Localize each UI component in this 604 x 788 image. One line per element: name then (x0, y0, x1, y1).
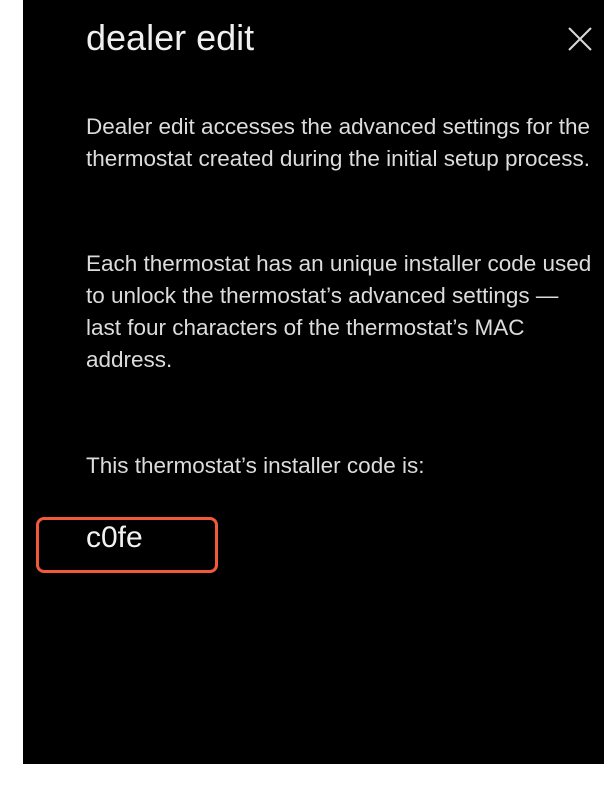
page-title: dealer edit (86, 17, 255, 58)
dealer-edit-screen: dealer edit Dealer edit accesses the adv… (23, 0, 604, 764)
close-icon (568, 27, 592, 51)
close-button[interactable] (563, 22, 597, 56)
intro-text: Dealer edit accesses the advanced settin… (86, 114, 591, 171)
installer-code-value: c0fe (86, 521, 143, 554)
installer-code-info-text: Each thermostat has an unique installer … (86, 251, 592, 372)
installer-code-label: This thermostat’s installer code is: (86, 453, 425, 478)
